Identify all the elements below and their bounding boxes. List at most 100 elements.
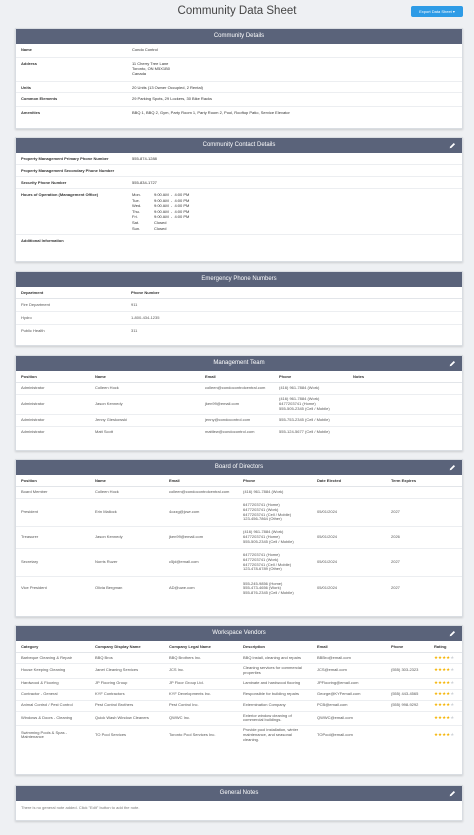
table-cell: Provide pool installation, winter mainte… bbox=[243, 727, 299, 742]
table-cell: 2027 bbox=[391, 585, 400, 591]
column-header: Date Elected bbox=[312, 475, 386, 487]
pencil-icon[interactable] bbox=[449, 360, 456, 367]
table-cell: BBQ Bros bbox=[90, 652, 164, 664]
community-details-header: Community Details bbox=[16, 29, 462, 44]
hours-time: 9:00 AM - 4:00 PM bbox=[154, 192, 190, 197]
detail-row: Name Condo Control bbox=[16, 44, 462, 58]
table-cell: Swimming Pools & Spas - Maintenance bbox=[21, 729, 68, 740]
table-cell: jenny@condocontrol.com bbox=[200, 414, 274, 427]
detail-value: 11 Cherry Tree Lane Toronto, ON M5X1B0 C… bbox=[132, 61, 171, 76]
pencil-icon[interactable] bbox=[449, 142, 456, 149]
table-row: Secretary Norris Ruzer c5jd@email.com 64772… bbox=[16, 548, 462, 577]
emergency-header: Emergency Phone Numbers bbox=[16, 272, 462, 287]
pencil-icon[interactable] bbox=[449, 790, 456, 797]
table-row: Public Health 311 bbox=[16, 325, 462, 338]
table-cell: Quick Wash Window Cleaners bbox=[90, 711, 164, 727]
table-cell: 6477203741 (Home) 6477203741 (Work) 6477… bbox=[238, 498, 312, 527]
vendors-card: Workspace Vendors Category Company Displa… bbox=[15, 625, 463, 775]
detail-row: Amenities BBQ 1, BBQ 2, Gym, Party Room 1… bbox=[16, 107, 462, 120]
column-header: Company Legal Name bbox=[164, 641, 238, 653]
table-row: Hardwood & Flooring JP Flooring Group JP F… bbox=[16, 678, 462, 690]
table-cell: Exterior window cleaning of commercial b… bbox=[238, 711, 312, 727]
table-cell: JCS Inc. bbox=[164, 663, 238, 679]
table-cell: 555-753-2345 (Cell / Mobile) bbox=[274, 414, 348, 427]
table-cell: 05/01/2024 bbox=[312, 498, 386, 527]
table-row: Administrator Jenny Gieskowski jenny@condo… bbox=[16, 414, 462, 427]
table-cell: jken99@email.com bbox=[200, 394, 274, 415]
table-cell: Janet Cleaning Services bbox=[90, 663, 164, 679]
star-rating: ★★★★★ bbox=[434, 680, 454, 685]
column-header: Term Expires bbox=[386, 475, 462, 487]
community-contact-card: Community Contact Details Property Manag… bbox=[15, 137, 463, 262]
star-icon: ★ bbox=[450, 691, 455, 697]
community-details-card: Community Details Name Condo Control Addre… bbox=[15, 28, 463, 129]
column-header: Email bbox=[200, 371, 274, 383]
star-rating: ★★★★★ bbox=[434, 655, 454, 660]
vendors-title: Workspace Vendors bbox=[212, 630, 266, 636]
table-cell: Administrator bbox=[16, 394, 90, 415]
export-data-sheet-button[interactable]: Export Data Sheet ▾ bbox=[411, 6, 463, 17]
board-title: Board of Directors bbox=[214, 464, 264, 470]
security-phone-value: 555-834-1727 bbox=[132, 180, 157, 185]
table-row: Contractor - General KYF Contractors KYF D… bbox=[16, 689, 462, 701]
table-cell: Administrator bbox=[21, 429, 45, 435]
table-cell bbox=[386, 726, 429, 745]
table-cell: Jason Kennedy bbox=[90, 526, 164, 549]
rating-cell: ★★★★★ bbox=[429, 689, 462, 701]
detail-value: BBQ 1, BBQ 2, Gym, Party Room 1, Party R… bbox=[132, 110, 290, 115]
table-cell: colleen@condocontrolcentral.com bbox=[200, 382, 274, 395]
table-cell: 311 bbox=[131, 327, 138, 333]
table-cell: George@KYFemail.com bbox=[312, 689, 386, 701]
rating-cell: ★★★★★ bbox=[429, 726, 462, 745]
table-cell: (416) 961-7884 (Work) bbox=[238, 486, 312, 499]
column-header: Notes bbox=[348, 371, 462, 383]
star-icon: ★ bbox=[450, 702, 455, 708]
table-row: Fire Department 911 bbox=[16, 298, 462, 312]
table-cell: Colleen Hock bbox=[90, 382, 200, 395]
table-cell: 4ozzg@jcwr.com bbox=[164, 498, 238, 527]
table-cell: Administrator bbox=[16, 382, 90, 395]
security-phone-label: Security Phone Number bbox=[21, 180, 67, 185]
rating-cell: ★★★★★ bbox=[429, 678, 462, 690]
table-cell: BBQ install, cleaning and repairs bbox=[238, 652, 312, 664]
star-icon: ★ bbox=[450, 714, 455, 720]
column-header: Description bbox=[238, 641, 312, 653]
table-cell: Hardwood & Flooring bbox=[16, 678, 90, 690]
table-cell: (416) 961-7884 (Work) bbox=[274, 382, 348, 395]
hours-day: Sun. bbox=[132, 225, 141, 231]
table-cell bbox=[312, 486, 386, 499]
board-table: Position Name Email Phone Date Elected Term E… bbox=[16, 475, 462, 601]
table-cell: Norris Ruzer bbox=[90, 548, 164, 577]
table-cell: Pest Control Brothers bbox=[90, 700, 164, 712]
table-cell: BBQ Brothers Inc. bbox=[164, 652, 238, 664]
table-cell: 911 bbox=[126, 298, 462, 312]
table-cell: 05/01/2024 bbox=[312, 526, 386, 549]
community-contact-title: Community Contact Details bbox=[202, 142, 276, 148]
hours-time: 9:00 AM - 4:00 PM bbox=[154, 203, 190, 209]
table-cell: Erin Mallock bbox=[90, 498, 164, 527]
table-cell: (555) 443-4565 bbox=[386, 689, 429, 701]
table-cell: Vice President bbox=[21, 585, 47, 591]
table-cell: JP Flooring Group bbox=[90, 678, 164, 690]
table-cell: (555) 998-9292 bbox=[386, 700, 429, 712]
hours-time: Closed bbox=[154, 219, 167, 225]
emergency-table: Department Phone Number Fire Department 91… bbox=[16, 287, 462, 338]
pencil-icon[interactable] bbox=[449, 630, 456, 637]
table-cell: Matt Scott bbox=[95, 429, 114, 435]
secondary-phone-label: Property Management Secondary Phone Numb… bbox=[21, 168, 115, 173]
table-cell bbox=[348, 427, 462, 439]
table-cell: President bbox=[16, 498, 90, 527]
rating-cell: ★★★★★ bbox=[429, 652, 462, 664]
general-notes-card: General Notes There is no general note a… bbox=[15, 785, 463, 821]
page-title: Community Data Sheet bbox=[177, 5, 297, 17]
pencil-icon[interactable] bbox=[449, 464, 456, 471]
rating-cell: ★★★★★ bbox=[429, 711, 462, 727]
detail-label: Address bbox=[21, 61, 38, 66]
table-row: Administrator Colleen Hock colleen@condoco… bbox=[16, 382, 462, 395]
table-cell: Contractor - General bbox=[16, 689, 90, 701]
column-header: Email bbox=[164, 475, 238, 487]
table-cell: BBBro@email.com bbox=[312, 652, 386, 664]
rating-cell: ★★★★★ bbox=[429, 663, 462, 679]
table-cell: 2026 bbox=[386, 526, 462, 549]
column-header: Phone bbox=[274, 371, 348, 383]
